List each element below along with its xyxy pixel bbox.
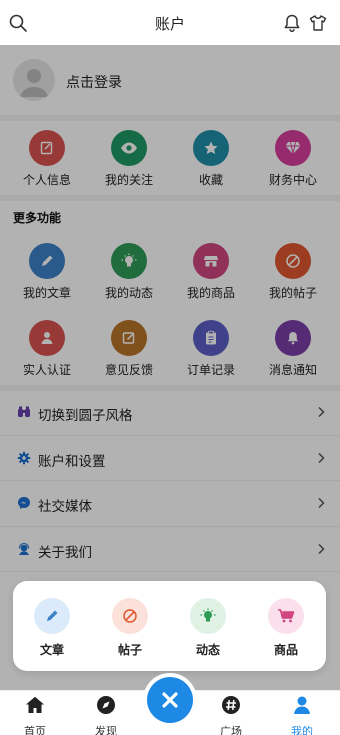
- tab-mine[interactable]: 我的: [277, 695, 327, 735]
- cart-icon: [268, 598, 304, 634]
- publish-label: 商品: [273, 643, 298, 657]
- pencil-icon: [34, 598, 70, 634]
- publish-article-button[interactable]: 文章: [22, 598, 82, 658]
- top-bar: 账户: [0, 0, 340, 45]
- bell-icon[interactable]: [282, 13, 302, 33]
- home-icon: [26, 696, 44, 713]
- publish-moment-button[interactable]: 动态: [178, 598, 238, 658]
- tab-home[interactable]: 首页: [10, 695, 60, 735]
- publish-label: 文章: [39, 643, 64, 657]
- post-icon: [112, 598, 148, 634]
- publish-menu: 文章 帖子 动态 商品: [13, 581, 326, 671]
- tshirt-icon[interactable]: [308, 13, 328, 33]
- tab-label: 我的: [291, 726, 313, 735]
- tab-square[interactable]: 广场: [206, 695, 256, 735]
- bulb-icon: [190, 598, 226, 634]
- tab-discover[interactable]: 发现: [81, 695, 131, 735]
- publish-post-button[interactable]: 帖子: [100, 598, 160, 658]
- close-icon: [162, 692, 178, 708]
- tab-label: 首页: [24, 726, 46, 735]
- tab-label: 发现: [95, 726, 117, 735]
- publish-product-button[interactable]: 商品: [256, 598, 316, 658]
- close-button[interactable]: [147, 677, 193, 723]
- compass-icon: [97, 696, 115, 714]
- publish-label: 动态: [195, 643, 220, 657]
- publish-label: 帖子: [117, 643, 142, 657]
- hashtag-icon: [222, 696, 240, 714]
- tab-label: 广场: [220, 726, 242, 735]
- person-icon: [294, 696, 310, 714]
